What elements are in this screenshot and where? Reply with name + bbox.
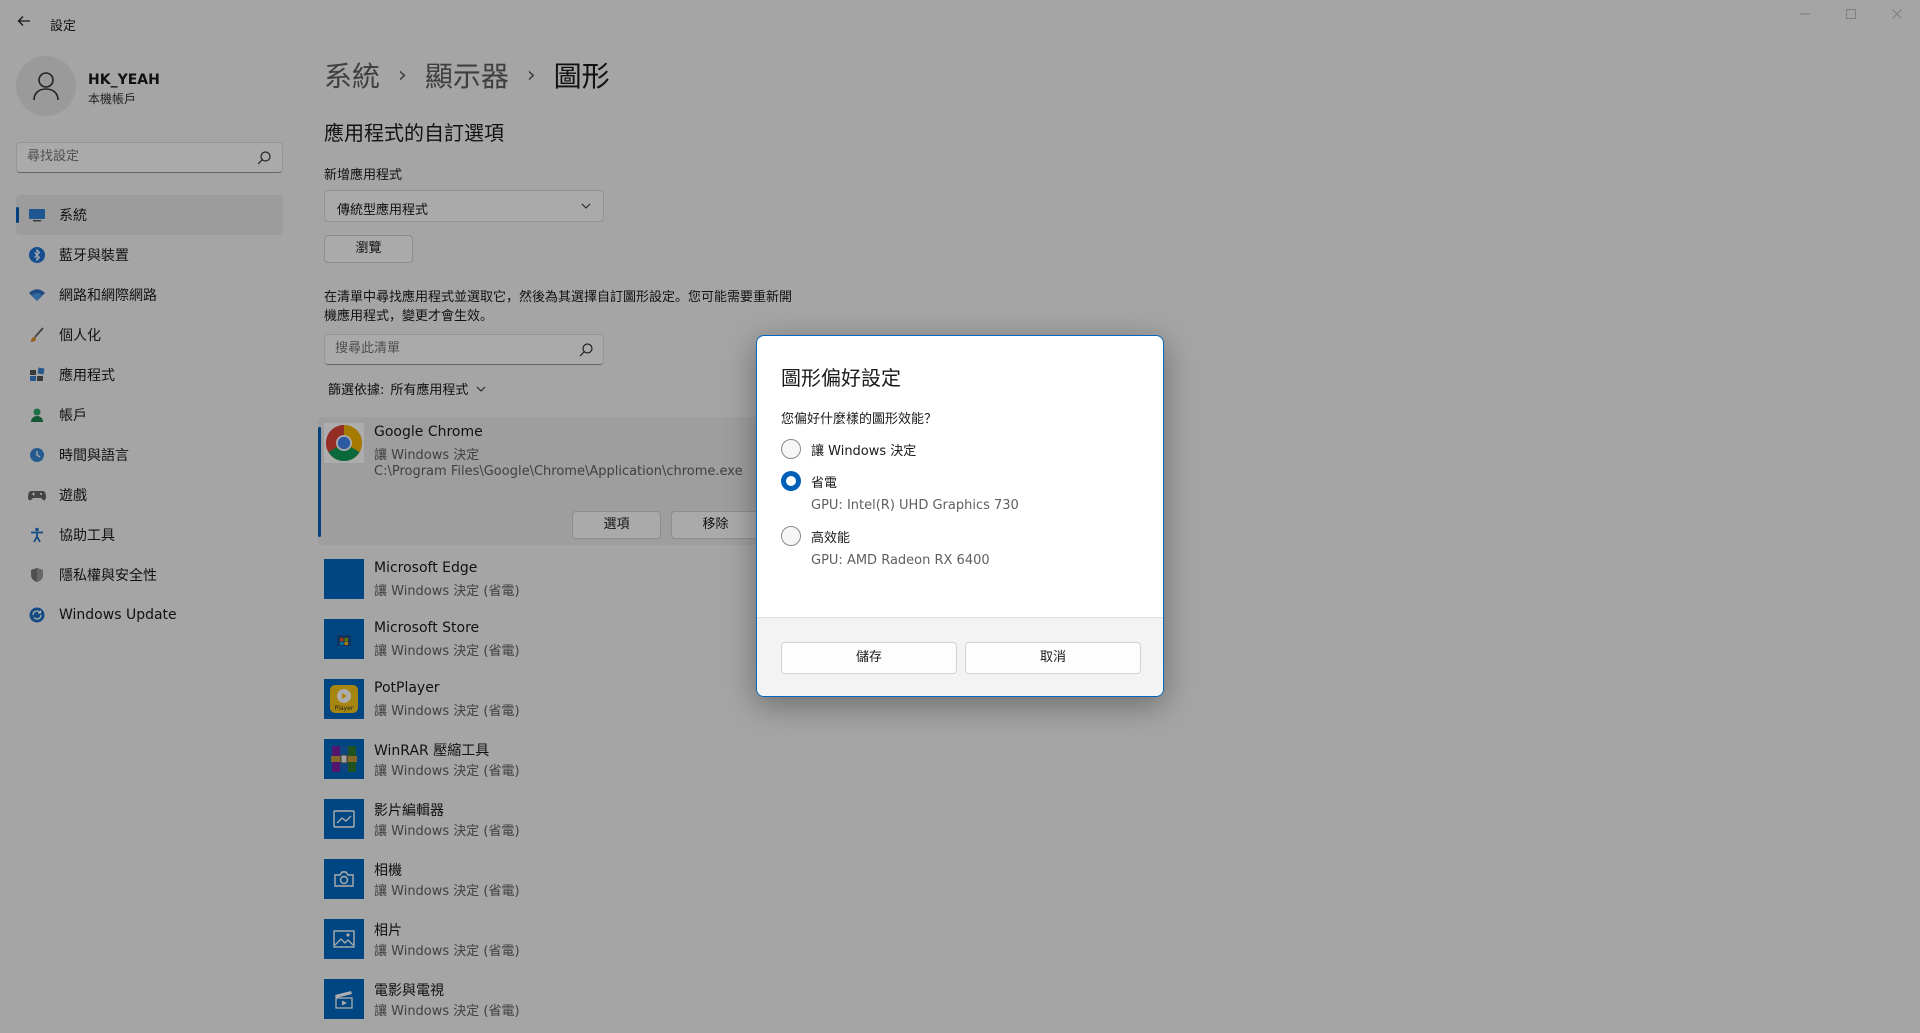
gpu-info-power-saving: GPU: Intel(R) UHD Graphics 730 bbox=[811, 498, 1019, 513]
radio-button[interactable] bbox=[781, 439, 801, 459]
dialog-footer: 儲存 取消 bbox=[757, 617, 1163, 696]
radio-option-let-windows-decide[interactable]: 讓 Windows 決定 bbox=[781, 439, 916, 459]
gpu-info-high-performance: GPU: AMD Radeon RX 6400 bbox=[811, 553, 990, 568]
graphics-preference-dialog: 圖形偏好設定 您偏好什麼樣的圖形效能？ 讓 Windows 決定 省電 GPU:… bbox=[756, 335, 1164, 697]
radio-label: 讓 Windows 決定 bbox=[811, 443, 917, 459]
radio-button-selected[interactable] bbox=[781, 471, 801, 491]
save-button[interactable]: 儲存 bbox=[781, 642, 957, 674]
radio-label: 高效能 bbox=[811, 530, 851, 546]
radio-option-high-performance[interactable]: 高效能 bbox=[781, 526, 850, 546]
dialog-question: 您偏好什麼樣的圖形效能？ bbox=[781, 412, 938, 427]
radio-button[interactable] bbox=[781, 526, 801, 546]
radio-option-power-saving[interactable]: 省電 bbox=[781, 471, 837, 491]
cancel-button[interactable]: 取消 bbox=[965, 642, 1141, 674]
radio-label: 省電 bbox=[811, 475, 838, 491]
dialog-title: 圖形偏好設定 bbox=[781, 366, 901, 390]
